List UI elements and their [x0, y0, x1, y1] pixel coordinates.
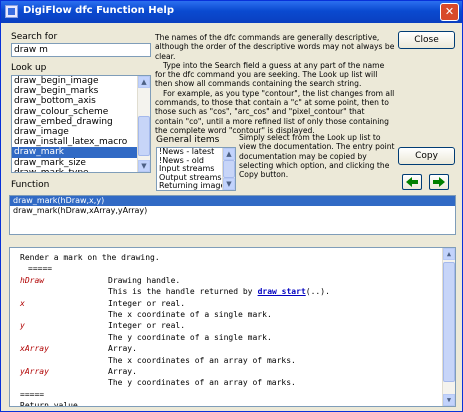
lookup-item[interactable]: draw_begin_image: [12, 76, 150, 86]
search-input[interactable]: draw m: [11, 43, 151, 57]
param-desc: The x coordinates of an array of marks.: [108, 355, 296, 365]
app-icon: [5, 5, 18, 18]
function-item[interactable]: draw_mark(hDraw,x,y): [10, 196, 455, 206]
window-title: DigiFlow dfc Function Help: [23, 5, 174, 16]
scroll-down-icon[interactable]: ▼: [138, 160, 150, 172]
lookup-scrollbar[interactable]: ▲ ▼: [137, 76, 150, 172]
lookup-list[interactable]: draw_begin_image draw_begin_marks draw_bot…: [11, 75, 151, 173]
doc-separator: =====: [20, 389, 45, 399]
doc-return-heading: Return value: [20, 401, 78, 407]
link-suffix: (..).: [305, 287, 330, 297]
scroll-down-icon[interactable]: ▼: [223, 178, 235, 190]
param-desc: The y coordinates of an array of marks.: [108, 378, 296, 388]
lookup-item[interactable]: draw_colour_scheme: [12, 107, 150, 117]
help-window: DigiFlow dfc Function Help ✕ Search for …: [0, 0, 463, 412]
doc-scrollbar[interactable]: ▲ ▼: [442, 248, 455, 406]
param-desc: Drawing handle.: [108, 275, 181, 285]
title-bar[interactable]: DigiFlow dfc Function Help ✕: [1, 1, 462, 23]
function-list[interactable]: draw_mark(hDraw,x,y) draw_mark(hDraw,xArr…: [9, 195, 456, 235]
param-desc: Array.: [108, 344, 137, 354]
param-name: yArray: [20, 367, 49, 376]
description-text: The names of the dfc commands are genera…: [155, 33, 395, 135]
scroll-up-icon[interactable]: ▲: [443, 248, 455, 260]
param-name: xArray: [20, 344, 49, 354]
param-name: hDraw: [20, 275, 45, 285]
lookup-item[interactable]: draw_image: [12, 127, 150, 137]
function-label: Function: [11, 180, 50, 190]
documentation-panel[interactable]: Render a mark on the drawing. ===== hDraw D…: [9, 247, 456, 407]
param-desc: Integer or real.: [108, 321, 186, 331]
window-close-button[interactable]: ✕: [440, 3, 459, 21]
scroll-thumb[interactable]: [223, 160, 235, 178]
scroll-thumb[interactable]: [443, 262, 455, 382]
general-items-label: General items: [156, 135, 220, 145]
draw-start-link[interactable]: draw_start: [258, 286, 306, 297]
scroll-up-icon[interactable]: ▲: [138, 76, 150, 88]
param-desc: The y coordinate of a single mark.: [108, 332, 272, 342]
scroll-up-icon[interactable]: ▲: [223, 148, 235, 160]
param-desc: The x coordinate of a single mark.: [108, 310, 272, 319]
general-items-list[interactable]: !News - latest !News - old Input streams Ou…: [156, 147, 236, 191]
close-button[interactable]: Close: [398, 31, 455, 49]
lookup-item[interactable]: draw_mark_type: [12, 168, 150, 172]
lookup-item[interactable]: draw_begin_marks: [12, 86, 150, 96]
arrow-right-icon: [433, 177, 445, 187]
lookup-item[interactable]: draw_mark_size: [12, 158, 150, 168]
search-label: Search for: [11, 32, 58, 42]
lookup-item[interactable]: draw_bottom_axis: [12, 96, 150, 106]
param-desc: This is the handle returned by: [108, 287, 253, 297]
lookup-label: Look up: [11, 63, 47, 73]
general-scrollbar[interactable]: ▲ ▼: [222, 148, 235, 190]
arrow-left-icon: [406, 177, 418, 187]
scroll-thumb[interactable]: [138, 116, 150, 156]
doc-summary: Render a mark on the drawing.: [20, 253, 160, 262]
description-p2: Type into the Search field a guess at an…: [155, 60, 385, 89]
param-desc: Integer or real.: [108, 298, 186, 308]
description-p1: The names of the dfc commands are genera…: [155, 33, 395, 61]
param-name: x: [20, 298, 25, 308]
lookup-item[interactable]: draw_install_latex_macro: [12, 137, 150, 147]
forward-button[interactable]: [429, 174, 449, 190]
param-desc: Array.: [108, 367, 137, 376]
back-button[interactable]: [402, 174, 422, 190]
function-item[interactable]: draw_mark(hDraw,xArray,yArray): [10, 206, 455, 216]
description-select-text: Simply select from the Look up list to v…: [239, 133, 395, 180]
lookup-item[interactable]: draw_mark: [12, 147, 150, 158]
search-input-value: draw m: [14, 45, 48, 55]
description-p3: For example, as you type "contour", the …: [155, 88, 395, 135]
param-name: y: [20, 321, 25, 331]
copy-button[interactable]: Copy: [398, 147, 455, 165]
scroll-down-icon[interactable]: ▼: [443, 394, 455, 406]
lookup-item[interactable]: draw_embed_drawing: [12, 117, 150, 127]
